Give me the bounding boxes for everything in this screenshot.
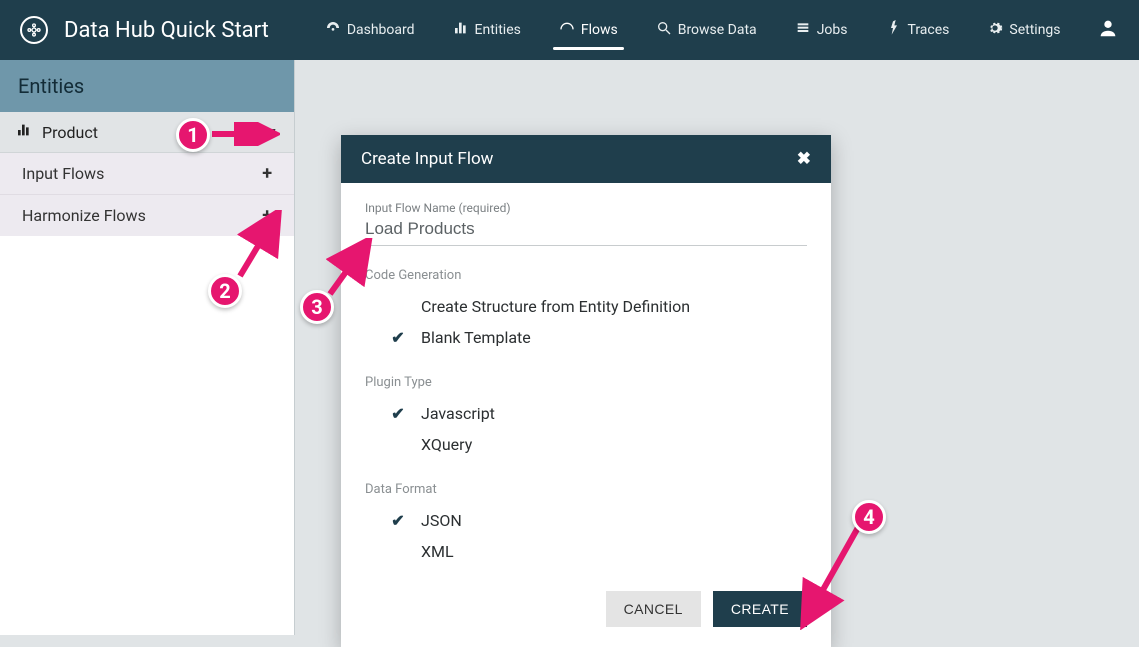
nav-entities[interactable]: Entities: [437, 2, 537, 58]
content-area: Create Input Flow ✖ Input Flow Name (req…: [295, 60, 1139, 635]
sidebar: Entities Product ▼ Input Flows + Harmoni…: [0, 60, 295, 635]
modal-footer: CANCEL CREATE: [365, 581, 807, 627]
nav-dashboard[interactable]: Dashboard: [309, 2, 431, 58]
plugin-option-js[interactable]: ✔ Javascript: [365, 398, 807, 429]
codegen-option-structure[interactable]: Create Structure from Entity Definition: [365, 291, 807, 322]
app-title: Data Hub Quick Start: [64, 18, 269, 43]
check-icon: ✔: [389, 404, 407, 423]
option-label: Javascript: [421, 404, 495, 423]
nav-label: Entities: [475, 22, 521, 38]
option-label: XML: [421, 542, 454, 561]
modal-body: Input Flow Name (required) Code Generati…: [341, 183, 831, 647]
option-label: Blank Template: [421, 328, 531, 347]
flow-label: Input Flows: [22, 164, 104, 183]
nav-settings[interactable]: Settings: [971, 2, 1076, 58]
nav-label: Settings: [1009, 22, 1060, 38]
format-option-json[interactable]: ✔ JSON: [365, 505, 807, 536]
option-label: Create Structure from Entity Definition: [421, 297, 690, 316]
search-icon: [656, 20, 672, 40]
codegen-option-blank[interactable]: ✔ Blank Template: [365, 322, 807, 353]
nav-label: Jobs: [817, 22, 848, 38]
check-icon: ✔: [389, 328, 407, 347]
nav-label: Traces: [907, 22, 949, 38]
nav-items: Dashboard Entities Flows Browse Data Job…: [309, 2, 1087, 58]
logo-icon: [20, 16, 48, 44]
annotation-arrow-1: [210, 122, 280, 146]
gear-icon: [987, 20, 1003, 40]
cancel-button[interactable]: CANCEL: [606, 591, 701, 627]
plugin-option-xquery[interactable]: XQuery: [365, 429, 807, 460]
annotation-badge-2: 2: [208, 274, 242, 308]
check-icon: ✔: [389, 511, 407, 530]
create-button[interactable]: CREATE: [713, 591, 807, 627]
main-area: Entities Product ▼ Input Flows + Harmoni…: [0, 60, 1139, 635]
nav-label: Dashboard: [347, 22, 415, 38]
entity-icon: [16, 122, 32, 142]
traces-icon: [885, 20, 901, 40]
codegen-section-label: Code Generation: [365, 268, 807, 283]
flow-name-input[interactable]: [365, 217, 807, 246]
format-section-label: Data Format: [365, 482, 807, 497]
nav-traces[interactable]: Traces: [869, 2, 965, 58]
dashboard-icon: [325, 20, 341, 40]
nav-browse[interactable]: Browse Data: [640, 2, 773, 58]
user-icon[interactable]: [1097, 17, 1119, 43]
nav-label: Flows: [581, 22, 618, 38]
close-icon[interactable]: ✖: [797, 149, 811, 169]
sidebar-item-input-flows[interactable]: Input Flows +: [0, 153, 294, 194]
annotation-badge-4: 4: [852, 500, 886, 534]
format-option-xml[interactable]: XML: [365, 536, 807, 567]
plugin-section-label: Plugin Type: [365, 375, 807, 390]
annotation-arrow-4: [800, 520, 870, 630]
nav-jobs[interactable]: Jobs: [779, 2, 864, 58]
annotation-arrow-3: [326, 238, 376, 298]
nav-flows[interactable]: Flows: [543, 2, 634, 58]
option-label: XQuery: [421, 435, 472, 454]
flow-name-label: Input Flow Name (required): [365, 201, 807, 215]
entities-icon: [453, 20, 469, 40]
option-label: JSON: [421, 511, 462, 530]
flow-label: Harmonize Flows: [22, 206, 146, 225]
modal-title: Create Input Flow: [361, 149, 493, 169]
sidebar-header: Entities: [0, 60, 294, 112]
entity-name: Product: [42, 123, 98, 142]
top-nav: Data Hub Quick Start Dashboard Entities …: [0, 0, 1139, 60]
nav-label: Browse Data: [678, 22, 757, 38]
annotation-badge-1: 1: [176, 118, 210, 152]
annotation-badge-3: 3: [300, 290, 334, 324]
modal-header: Create Input Flow ✖: [341, 135, 831, 183]
create-input-flow-modal: Create Input Flow ✖ Input Flow Name (req…: [341, 135, 831, 647]
add-input-flow-icon[interactable]: +: [262, 163, 272, 184]
annotation-arrow-2: [236, 210, 286, 280]
jobs-icon: [795, 20, 811, 40]
flows-icon: [559, 20, 575, 40]
